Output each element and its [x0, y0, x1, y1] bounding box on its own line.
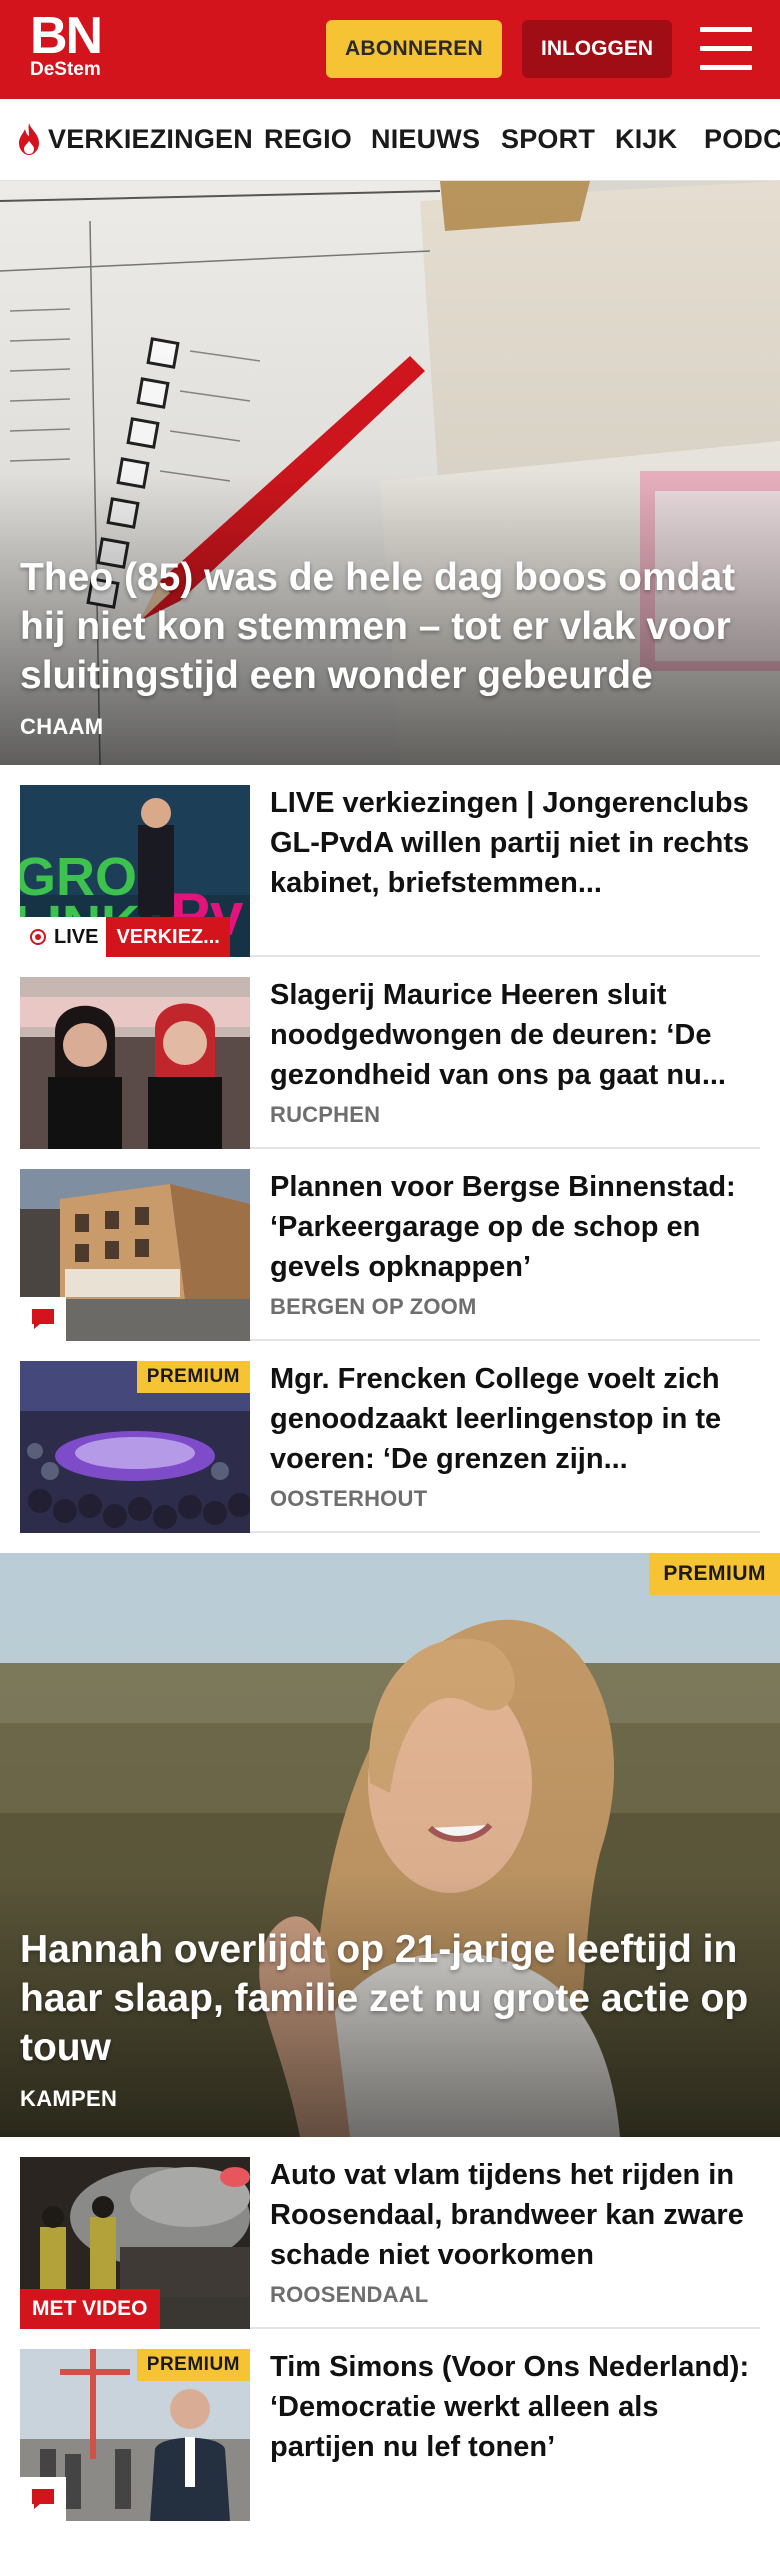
- live-indicator: LIVE: [20, 917, 107, 957]
- article-thumbnail: GROE LINK Pv LIVE VERKIEZ...: [20, 785, 250, 957]
- nav-item-regio[interactable]: REGIO: [264, 99, 352, 179]
- article-title: Plannen voor Bergse Binnenstad: ‘Parkeer…: [270, 1171, 736, 1283]
- site-header: BN DeStem ABONNEREN INLOGGEN: [0, 0, 780, 99]
- hero-text-block: Hannah overlijdt op 21-jarige leeftijd i…: [20, 1925, 760, 2112]
- article-location: RUCPHEN: [270, 1102, 381, 1127]
- flame-icon: [19, 123, 39, 155]
- comment-icon: [32, 2489, 54, 2509]
- article-thumbnail: MET VIDEO: [20, 2157, 250, 2329]
- thumbnail-image-butcher: [20, 977, 250, 1149]
- premium-badge: PREMIUM: [649, 1553, 780, 1595]
- article-title: Tim Simons (Voor Ons Nederland): ‘Democr…: [270, 2351, 750, 2463]
- comment-badge: [20, 1297, 66, 1341]
- topic-tag: VERKIEZ...: [106, 917, 230, 957]
- login-button[interactable]: INLOGGEN: [522, 20, 672, 78]
- list-item[interactable]: GROE LINK Pv LIVE VERKIEZ... LIVE verkie…: [20, 765, 760, 957]
- comment-badge: [20, 2477, 66, 2521]
- live-label: LIVE: [54, 925, 99, 948]
- video-badge: MET VIDEO: [20, 2289, 160, 2329]
- article-location: ROOSENDAAL: [270, 2282, 429, 2307]
- subscribe-button[interactable]: ABONNEREN: [326, 20, 502, 78]
- list-item[interactable]: Slagerij Maurice Heeren sluit noodgedwon…: [20, 957, 760, 1149]
- premium-badge: PREMIUM: [136, 2349, 250, 2381]
- hamburger-menu-icon[interactable]: [700, 27, 752, 71]
- nav-item-kijk[interactable]: KIJK: [615, 99, 677, 179]
- list-item[interactable]: Plannen voor Bergse Binnenstad: ‘Parkeer…: [20, 1149, 760, 1341]
- nav-item-verkiezingen[interactable]: VERKIEZINGEN: [16, 99, 253, 179]
- article-thumbnail: PREMIUM: [20, 1361, 250, 1533]
- nav-item-sport[interactable]: SPORT: [501, 99, 595, 179]
- article-title: Mgr. Frencken College voelt zich genoodz…: [270, 1363, 722, 1475]
- nav-item-nieuws[interactable]: NIEUWS: [371, 99, 480, 179]
- article-thumbnail: [20, 977, 250, 1149]
- logo-big-text: BN: [30, 7, 103, 65]
- article-title: Auto vat vlam tijdens het rijden in Roos…: [270, 2159, 744, 2271]
- article-title: Slagerij Maurice Heeren sluit noodgedwon…: [270, 979, 726, 1091]
- article-location: OOSTERHOUT: [270, 1486, 428, 1511]
- nav-label: VERKIEZINGEN: [48, 123, 253, 154]
- premium-badge: PREMIUM: [136, 1361, 250, 1393]
- site-logo[interactable]: BN DeStem: [30, 7, 103, 80]
- nav-item-podcasts[interactable]: PODC: [704, 99, 780, 179]
- hero-article-theo[interactable]: Theo (85) was de hele dag boos omdat hij…: [0, 181, 780, 765]
- hero-location: KAMPEN: [20, 2086, 118, 2111]
- comment-icon: [32, 1309, 54, 1329]
- hero-text-block: Theo (85) was de hele dag boos omdat hij…: [20, 553, 760, 740]
- hero-article-hannah[interactable]: PREMIUM Hannah overlijdt op 21-jarige le…: [0, 1553, 780, 2137]
- logo-small-text: DeStem: [30, 59, 101, 80]
- hero-location: CHAAM: [20, 714, 104, 739]
- list-item[interactable]: PREMIUM Mgr. Frencken College voelt zich…: [20, 1341, 760, 1533]
- hero-headline: Hannah overlijdt op 21-jarige leeftijd i…: [20, 1928, 749, 2069]
- list-item[interactable]: MET VIDEO Auto vat vlam tijdens het rijd…: [20, 2137, 760, 2329]
- article-title: LIVE verkiezingen | Jongeren­clubs GL-Pv…: [270, 787, 750, 899]
- live-dot-icon: [30, 929, 46, 945]
- article-thumbnail: [20, 1169, 250, 1341]
- main-nav: VERKIEZINGEN REGIO NIEUWS SPORT KIJK POD…: [0, 99, 780, 181]
- article-thumbnail: PREMIUM: [20, 2349, 250, 2521]
- article-location: BERGEN OP ZOOM: [270, 1294, 477, 1319]
- hero-headline: Theo (85) was de hele dag boos omdat hij…: [20, 556, 736, 697]
- live-tag: LIVE VERKIEZ...: [20, 917, 230, 957]
- list-item[interactable]: PREMIUM Tim Simons (Voor Ons Nederland):…: [20, 2329, 760, 2541]
